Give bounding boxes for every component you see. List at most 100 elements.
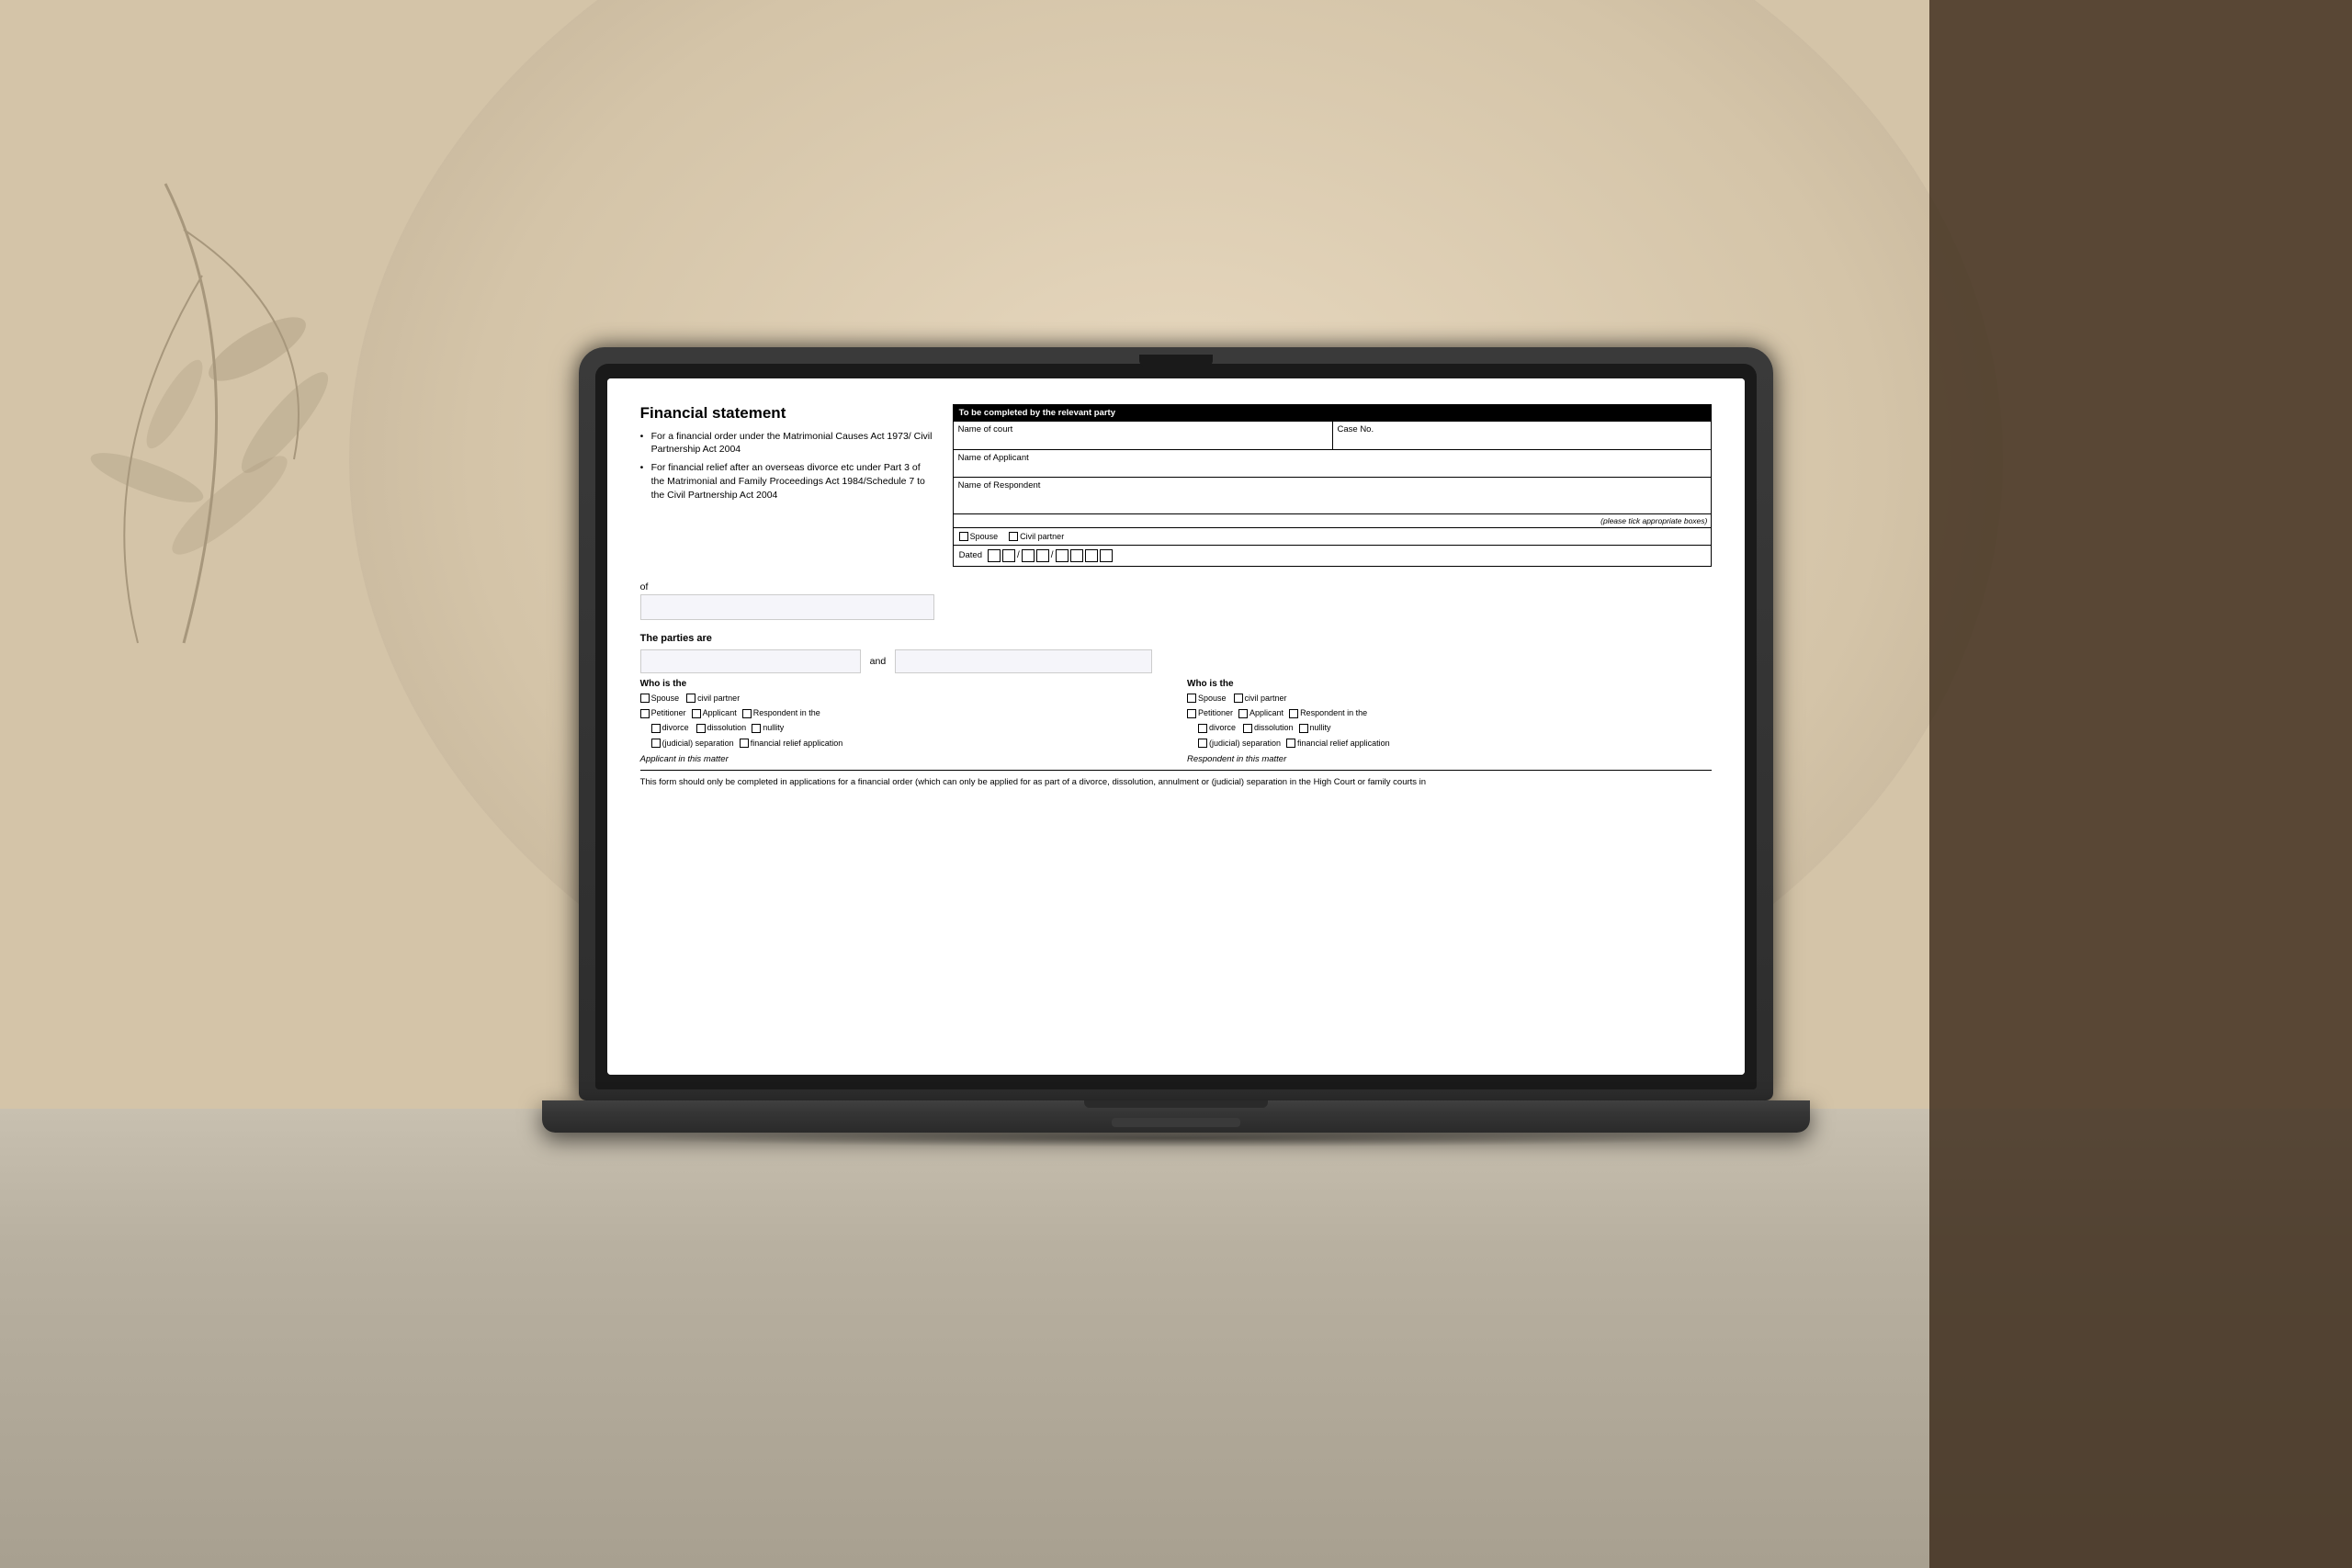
lbl-financial-r: financial relief application (1297, 737, 1390, 750)
civil-partner-label: Civil partner (1020, 532, 1064, 541)
who-section-left: Who is the Spouse civil partner (640, 679, 1165, 764)
document-title: Financial statement (640, 404, 934, 423)
civil-partner-checkbox-item: Civil partner (1009, 532, 1064, 541)
screen-content: Financial statement For a financial orde… (607, 378, 1746, 1075)
laptop-touchpad (1112, 1118, 1240, 1127)
case-no-label: Case No. (1338, 424, 1707, 434)
spouse-label: Spouse (970, 532, 999, 541)
cb-financial-l[interactable] (740, 739, 749, 748)
cb-divorce-r[interactable] (1198, 724, 1207, 733)
court-row: Name of court Case No. (954, 421, 1712, 449)
lbl-spouse-l: Spouse (651, 692, 680, 705)
date-sep2: / (1051, 550, 1054, 560)
who-section-right: Who is the Spouse civil partner (1187, 679, 1712, 764)
name-of-court-cell: Name of court (954, 422, 1333, 449)
lbl-civil-l: civil partner (697, 692, 740, 705)
spouse-checkbox-item: Spouse (959, 532, 999, 541)
applicant-in-matter-label: Applicant in this matter (640, 754, 1165, 764)
bullet-1: For a financial order under the Matrimon… (640, 430, 934, 457)
laptop: Financial statement For a financial orde… (542, 347, 1810, 1147)
cb-spouse-l[interactable] (640, 694, 650, 703)
bullet-2: For financial relief after an overseas d… (640, 461, 934, 502)
cb-financial-r[interactable] (1286, 739, 1295, 748)
cb-nullity-l[interactable] (752, 724, 761, 733)
cb-nullity-r[interactable] (1299, 724, 1308, 733)
cb-judicial-l[interactable] (651, 739, 661, 748)
cb-respondent-l[interactable] (742, 709, 752, 718)
date-boxes: / / (988, 549, 1113, 562)
date-d2[interactable] (1002, 549, 1015, 562)
spouse-checkbox[interactable] (959, 532, 968, 541)
who-checkboxes-right: Spouse civil partner Petitioner Applica (1187, 692, 1712, 750)
cb-civil-r[interactable] (1234, 694, 1243, 703)
desk-surface (0, 1109, 2352, 1568)
laptop-hinge (1084, 1100, 1268, 1108)
name-of-respondent-label: Name of Respondent (958, 480, 1707, 491)
lbl-respondent-l: Respondent in the (753, 706, 820, 720)
lbl-petitioner-l: Petitioner (651, 706, 686, 720)
form-box-header: To be completed by the relevant party (954, 405, 1712, 421)
parties-section: The parties are and Who is the (640, 633, 1713, 764)
party1-input[interactable] (640, 649, 861, 673)
cb-applicant-l[interactable] (692, 709, 701, 718)
lbl-judicial-r: (judicial) separation (1209, 737, 1281, 750)
tick-note: (please tick appropriate boxes) (954, 513, 1712, 527)
doc-top-section: Financial statement For a financial orde… (640, 404, 1713, 567)
laptop-lid: Financial statement For a financial orde… (579, 347, 1773, 1100)
lbl-divorce-l: divorce (662, 721, 689, 735)
cb-dissolution-l[interactable] (696, 724, 706, 733)
date-m2[interactable] (1036, 549, 1049, 562)
parties-title: The parties are (640, 633, 1713, 644)
cb-judicial-r[interactable] (1198, 739, 1207, 748)
date-d1[interactable] (988, 549, 1001, 562)
lbl-civil-r: civil partner (1245, 692, 1287, 705)
lbl-divorce-r: divorce (1209, 721, 1236, 735)
cb-petitioner-l[interactable] (640, 709, 650, 718)
who-container: Who is the Spouse civil partner (640, 679, 1713, 764)
of-section: of (640, 581, 1713, 620)
and-label: and (870, 656, 887, 667)
name-of-respondent-cell: Name of Respondent (954, 477, 1712, 513)
cb-civil-l[interactable] (686, 694, 695, 703)
document-area: Financial statement For a financial orde… (607, 378, 1746, 1075)
cb-applicant-r[interactable] (1238, 709, 1248, 718)
name-of-court-label: Name of court (958, 424, 1328, 434)
dated-row: Dated / / (954, 545, 1712, 566)
lbl-applicant-r: Applicant (1250, 706, 1283, 720)
checkboxes-row: Spouse Civil partner (954, 527, 1712, 545)
civil-partner-checkbox[interactable] (1009, 532, 1018, 541)
respondent-in-matter-label: Respondent in this matter (1187, 754, 1712, 764)
date-y4[interactable] (1100, 549, 1113, 562)
lbl-spouse-r: Spouse (1198, 692, 1227, 705)
lbl-respondent-r: Respondent in the (1300, 706, 1367, 720)
camera-notch (1139, 355, 1213, 367)
section-divider (640, 770, 1713, 771)
of-input[interactable] (640, 594, 934, 620)
of-label: of (640, 581, 1713, 592)
date-m1[interactable] (1022, 549, 1035, 562)
laptop-base (542, 1100, 1810, 1133)
footer-note: This form should only be completed in ap… (640, 776, 1713, 789)
document-bullets: For a financial order under the Matrimon… (640, 430, 934, 502)
party2-input[interactable] (895, 649, 1152, 673)
name-of-applicant-label: Name of Applicant (958, 453, 1707, 463)
cb-dissolution-r[interactable] (1243, 724, 1252, 733)
lbl-dissolution-r: dissolution (1254, 721, 1294, 735)
dated-label: Dated (959, 550, 982, 560)
lbl-petitioner-r: Petitioner (1198, 706, 1233, 720)
cb-respondent-r[interactable] (1289, 709, 1298, 718)
cb-divorce-l[interactable] (651, 724, 661, 733)
cb-petitioner-r[interactable] (1187, 709, 1196, 718)
cb-spouse-r[interactable] (1187, 694, 1196, 703)
lbl-nullity-l: nullity (763, 721, 784, 735)
who-checkboxes-left: Spouse civil partner Petitioner Applica (640, 692, 1165, 750)
lbl-judicial-l: (judicial) separation (662, 737, 734, 750)
lbl-dissolution-l: dissolution (707, 721, 747, 735)
who-title-left: Who is the (640, 679, 1165, 689)
date-y1[interactable] (1056, 549, 1069, 562)
date-y3[interactable] (1085, 549, 1098, 562)
date-y2[interactable] (1070, 549, 1083, 562)
doc-left: Financial statement For a financial orde… (640, 404, 934, 567)
parties-row: and (640, 649, 1713, 673)
lbl-financial-l: financial relief application (751, 737, 843, 750)
